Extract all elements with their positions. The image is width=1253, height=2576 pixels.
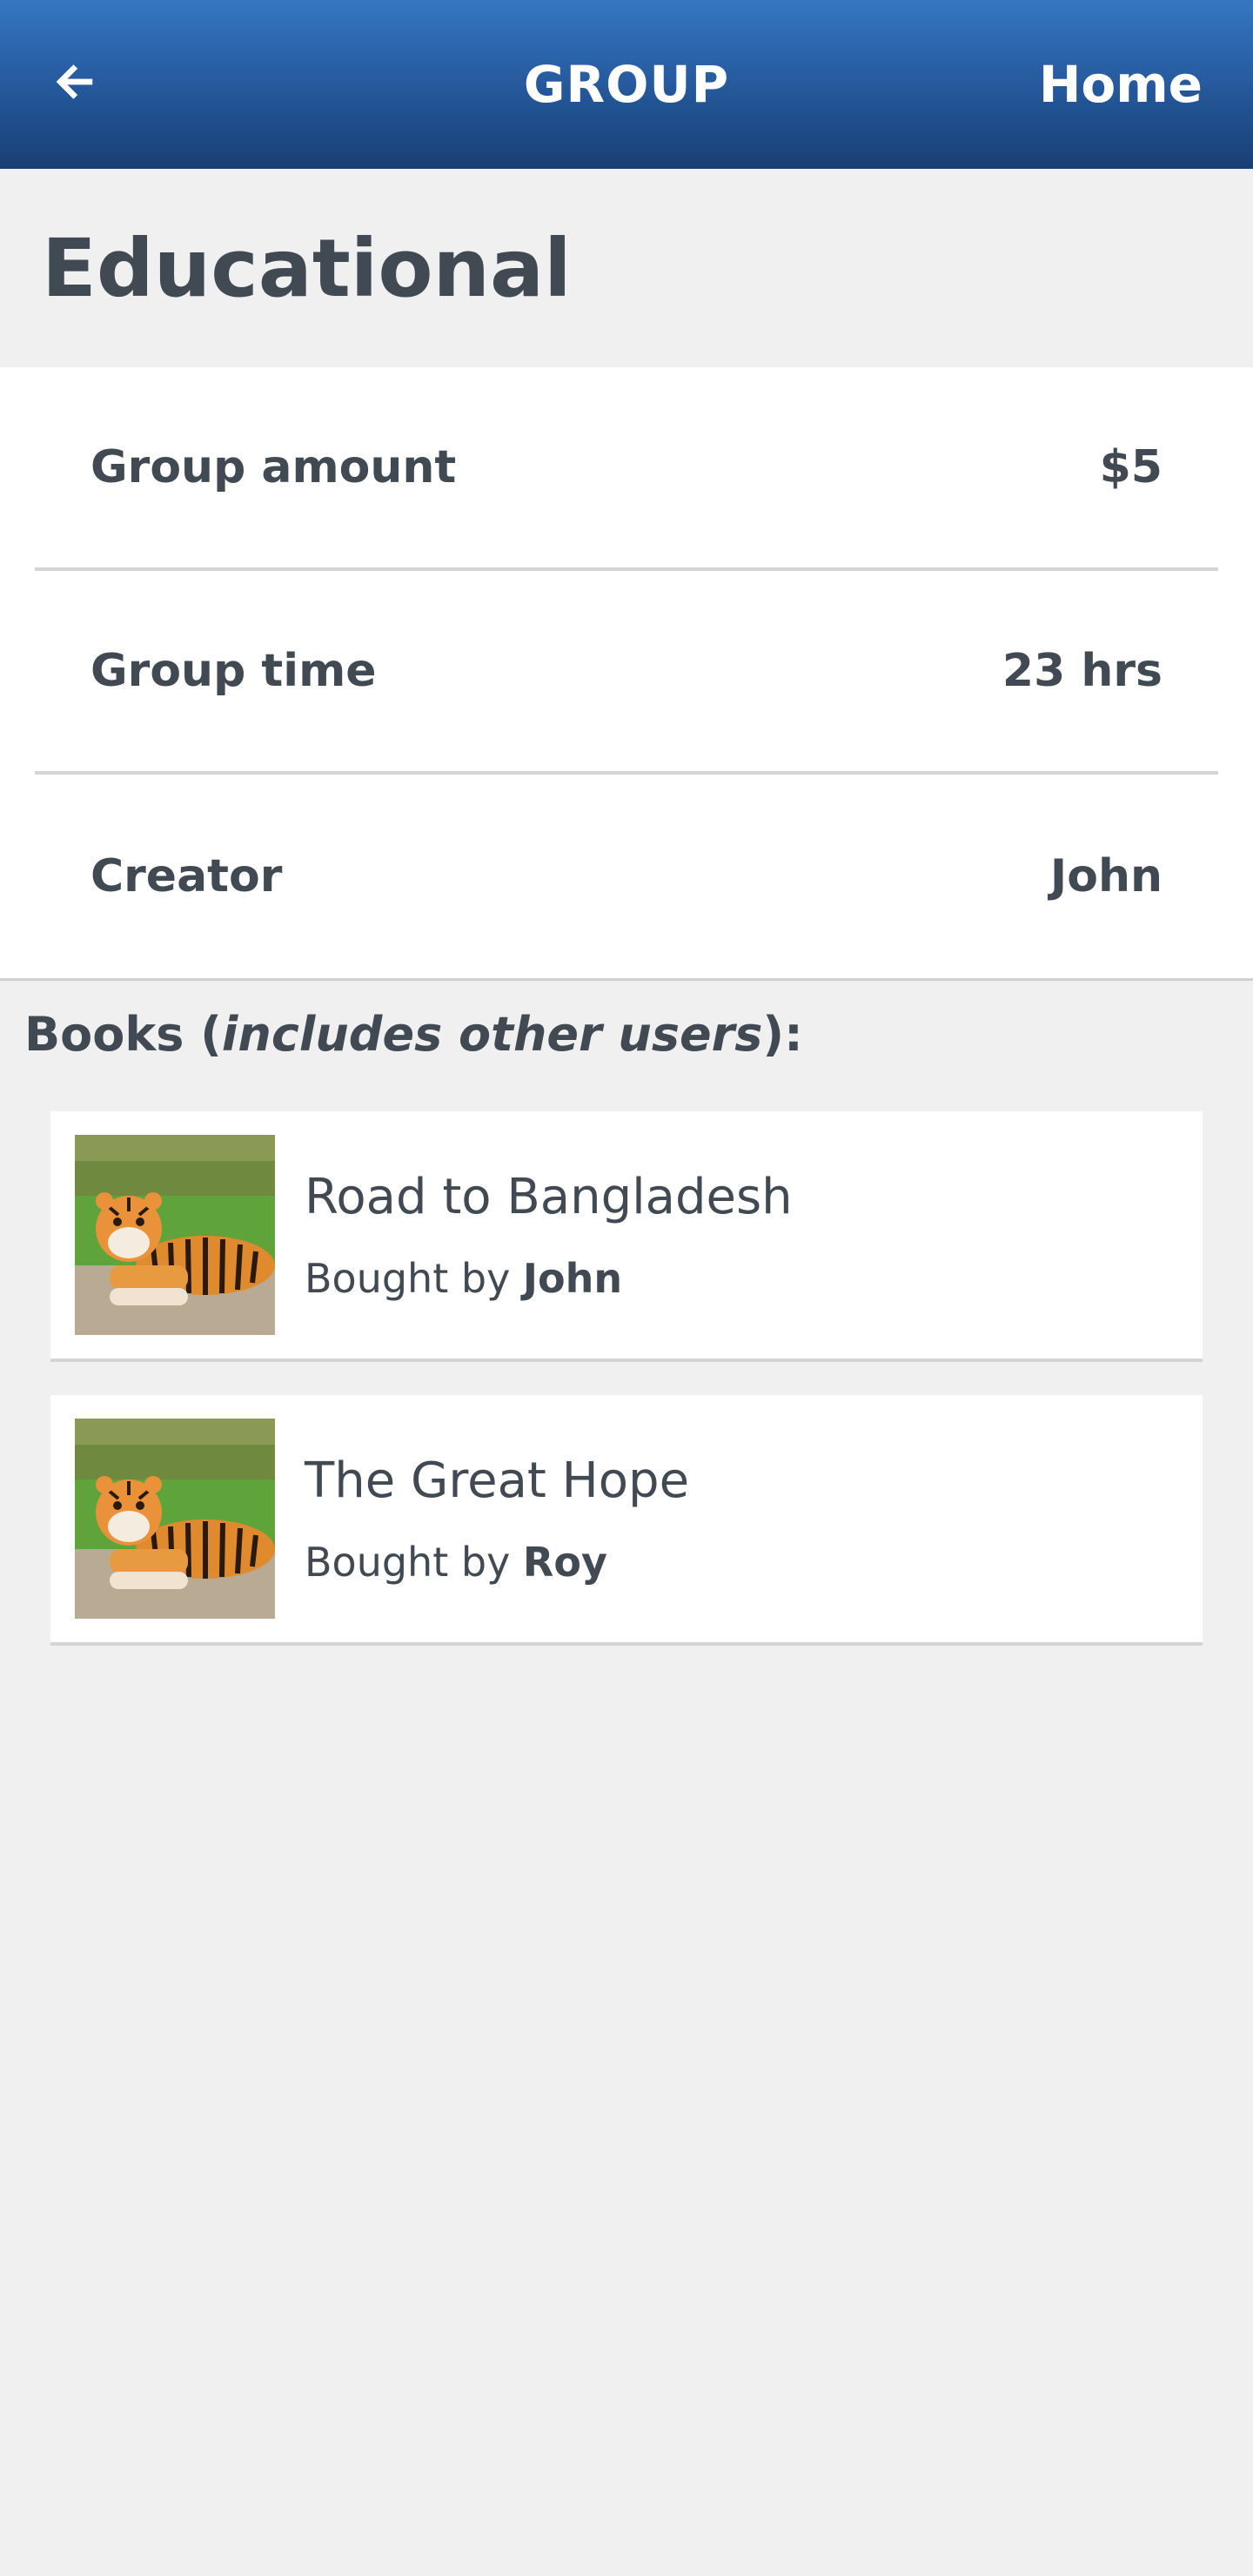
buyer-name: John: [522, 1254, 623, 1302]
detail-row-group-amount: Group amount $5: [35, 367, 1218, 571]
group-name-heading: Educational: [42, 221, 572, 315]
book-card[interactable]: Road to Bangladesh Bought by John: [50, 1111, 1203, 1362]
tiger-image: [75, 1419, 275, 1619]
books-heading-suffix: ):: [762, 1006, 803, 1062]
bought-by-label: Bought by: [305, 1254, 523, 1302]
detail-value: John: [1049, 850, 1163, 902]
bought-by-label: Bought by: [305, 1538, 523, 1586]
book-title: The Great Hope: [305, 1452, 690, 1509]
detail-label: Group amount: [90, 441, 457, 493]
arrow-left-icon: [51, 58, 98, 109]
detail-value: 23 hrs: [1002, 645, 1163, 697]
book-buyer-line: Bought by Roy: [305, 1539, 689, 1586]
book-card[interactable]: The Great Hope Bought by Roy: [50, 1395, 1203, 1646]
app-header: GROUP Home: [0, 0, 1253, 169]
detail-row-group-time: Group time 23 hrs: [35, 571, 1218, 775]
books-section-heading: Books (includes other users):: [0, 981, 1253, 1087]
buyer-name: Roy: [522, 1538, 607, 1586]
book-list: Road to Bangladesh Bought by John The Gr…: [0, 1087, 1253, 1646]
book-info: The Great Hope Bought by Roy: [305, 1452, 689, 1586]
detail-row-creator: Creator John: [35, 775, 1218, 978]
books-heading-emphasis: includes other users: [221, 1006, 763, 1062]
book-title: Road to Bangladesh: [305, 1168, 793, 1225]
detail-label: Group time: [90, 645, 377, 697]
group-details: Group amount $5 Group time 23 hrs Creato…: [0, 367, 1253, 981]
book-info: Road to Bangladesh Bought by John: [305, 1169, 793, 1302]
book-buyer-line: Bought by John: [305, 1255, 793, 1302]
home-button[interactable]: Home: [1039, 0, 1203, 169]
books-heading-prefix: Books (: [24, 1006, 222, 1062]
tiger-image: [75, 1135, 275, 1335]
back-button[interactable]: [42, 50, 108, 117]
detail-value: $5: [1099, 441, 1163, 493]
detail-label: Creator: [90, 850, 283, 902]
